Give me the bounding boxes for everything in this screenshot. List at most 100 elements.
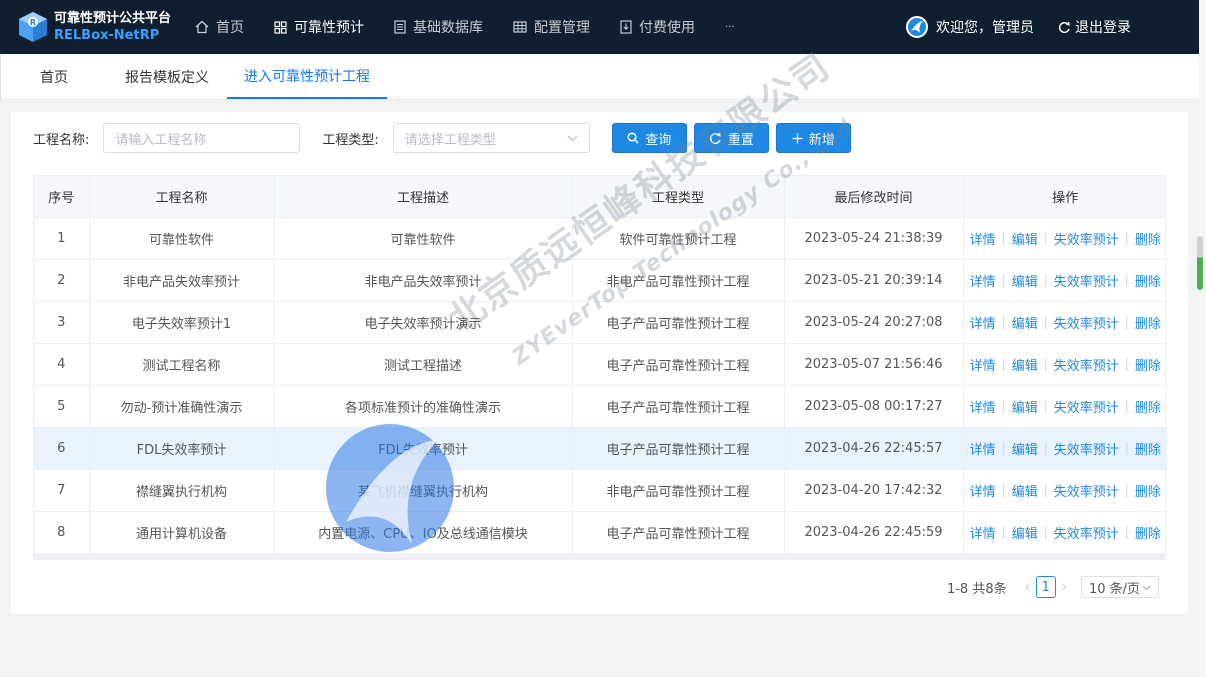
project-type-select[interactable]: 请选择工程类型 (392, 123, 590, 153)
edit-link[interactable]: 编辑 (1012, 523, 1038, 542)
detail-link[interactable]: 详情 (970, 523, 996, 542)
cell-no: 1 (34, 217, 90, 260)
cell-name: 勿动-预计准确性演示 (89, 385, 275, 428)
cell-actions: 详情 | 编辑 | 失效率预计 | 删除 (963, 343, 1167, 386)
col-header-desc: 工程描述 (274, 176, 573, 218)
failure-rate-link[interactable]: 失效率预计 (1054, 523, 1119, 542)
delete-link[interactable]: 删除 (1135, 271, 1161, 290)
cell-type: 电子产品可靠性预计工程 (572, 385, 785, 428)
detail-link[interactable]: 详情 (970, 355, 996, 374)
edit-link[interactable]: 编辑 (1012, 397, 1038, 416)
failure-rate-link[interactable]: 失效率预计 (1054, 313, 1119, 332)
nav-item-label: 配置管理 (534, 20, 590, 36)
cell-time: 2023-05-08 00:17:27 (784, 385, 964, 428)
detail-link[interactable]: 详情 (970, 313, 996, 332)
failure-rate-link[interactable]: 失效率预计 (1054, 481, 1119, 500)
delete-link[interactable]: 删除 (1135, 313, 1161, 332)
nav-item-paid-usage[interactable]: 付费使用 (605, 0, 710, 54)
action-separator: | (1001, 357, 1006, 371)
delete-link[interactable]: 删除 (1135, 355, 1161, 374)
action-separator: | (1043, 525, 1048, 539)
table-horizontal-scrollbar[interactable] (33, 553, 1166, 560)
action-separator: | (1124, 315, 1129, 329)
detail-link[interactable]: 详情 (970, 229, 996, 248)
cell-name: 非电产品失效率预计 (89, 259, 275, 302)
project-name-input[interactable]: 请输入工程名称 (103, 123, 301, 153)
cell-time: 2023-05-24 20:27:08 (784, 301, 964, 344)
prev-page-icon[interactable]: ‹ (1025, 580, 1030, 595)
cell-time: 2023-05-21 20:39:14 (784, 259, 964, 302)
input-placeholder: 请输入工程名称 (115, 132, 207, 148)
detail-link[interactable]: 详情 (970, 271, 996, 290)
cell-time: 2023-05-07 21:56:46 (784, 343, 964, 386)
edit-link[interactable]: 编辑 (1012, 355, 1038, 374)
delete-link[interactable]: 删除 (1135, 397, 1161, 416)
tab-home[interactable]: 首页 (1, 54, 107, 99)
failure-rate-link[interactable]: 失效率预计 (1054, 355, 1119, 374)
nav-item-more[interactable]: ··· (710, 0, 750, 54)
action-separator: | (1124, 231, 1129, 245)
action-separator: | (1001, 441, 1006, 455)
detail-link[interactable]: 详情 (970, 481, 996, 500)
pagination: 1-8 共8条 ‹ 1 › 10 条/页 (947, 576, 1159, 598)
action-separator: | (1001, 273, 1006, 287)
search-form: 工程名称: 请输入工程名称 工程类型: 请选择工程类型 查询 重置 新增 (33, 123, 1153, 153)
chevron-down-icon (1142, 585, 1151, 591)
edit-link[interactable]: 编辑 (1012, 229, 1038, 248)
action-separator: | (1043, 399, 1048, 413)
cell-time: 2023-04-26 22:45:57 (784, 427, 964, 470)
nav-item-base-database[interactable]: 基础数据库 (379, 0, 498, 54)
page-scrollbar-track[interactable] (1199, 0, 1206, 677)
cell-no: 2 (34, 259, 90, 302)
action-separator: | (1001, 483, 1006, 497)
action-separator: | (1001, 399, 1006, 413)
failure-rate-link[interactable]: 失效率预计 (1054, 271, 1119, 290)
action-separator: | (1043, 273, 1048, 287)
tab-reliability-project[interactable]: 进入可靠性预计工程 (227, 54, 387, 99)
failure-rate-link[interactable]: 失效率预计 (1054, 229, 1119, 248)
nav-item-home[interactable]: 首页 (180, 0, 259, 54)
logout-button[interactable]: 退出登录 (1058, 17, 1131, 37)
edit-link[interactable]: 编辑 (1012, 439, 1038, 458)
edit-link[interactable]: 编辑 (1012, 271, 1038, 290)
tab-label: 报告模板定义 (125, 69, 209, 86)
nav-item-config-management[interactable]: 配置管理 (498, 0, 605, 54)
app-logo[interactable]: R 可靠性预计公共平台 RELBox-NetRP (16, 10, 176, 44)
logo-subtitle: RELBox-NetRP (54, 28, 160, 43)
page-scrollbar-thumb[interactable] (1197, 236, 1203, 290)
download-box-icon (620, 20, 632, 34)
cell-no: 6 (34, 427, 90, 470)
delete-link[interactable]: 删除 (1135, 523, 1161, 542)
cell-actions: 详情 | 编辑 | 失效率预计 | 删除 (963, 217, 1167, 260)
cell-actions: 详情 | 编辑 | 失效率预计 | 删除 (963, 511, 1167, 554)
cell-actions: 详情 | 编辑 | 失效率预计 | 删除 (963, 385, 1167, 428)
edit-link[interactable]: 编辑 (1012, 313, 1038, 332)
failure-rate-link[interactable]: 失效率预计 (1054, 439, 1119, 458)
table-row: 6FDL失效率预计FDL失效率预计电子产品可靠性预计工程2023-04-26 2… (34, 427, 1167, 470)
tab-report-template[interactable]: 报告模板定义 (107, 54, 227, 99)
failure-rate-link[interactable]: 失效率预计 (1054, 397, 1119, 416)
cell-desc: 各项标准预计的准确性演示 (274, 385, 573, 428)
delete-link[interactable]: 删除 (1135, 481, 1161, 500)
action-separator: | (1124, 273, 1129, 287)
pagination-total: 1-8 共8条 (946, 581, 1007, 597)
next-page-icon[interactable]: › (1062, 580, 1067, 595)
action-separator: | (1001, 231, 1006, 245)
delete-link[interactable]: 删除 (1135, 439, 1161, 458)
page-number-current[interactable]: 1 (1035, 576, 1056, 598)
page-size-select[interactable]: 10 条/页 (1081, 576, 1159, 598)
edit-link[interactable]: 编辑 (1012, 481, 1038, 500)
detail-link[interactable]: 详情 (970, 397, 996, 416)
table-row: 7襟缝翼执行机构某飞机襟缝翼执行机构非电产品可靠性预计工程2023-04-20 … (34, 469, 1167, 512)
nav-item-label: 可靠性预计 (294, 20, 364, 36)
chevron-down-icon (567, 135, 578, 142)
cell-time: 2023-05-24 21:38:39 (784, 217, 964, 260)
cell-time: 2023-04-26 22:45:59 (784, 511, 964, 554)
project-type-label: 工程类型: (322, 132, 379, 148)
delete-link[interactable]: 删除 (1135, 229, 1161, 248)
user-welcome[interactable]: 欢迎您，管理员 (906, 16, 1034, 38)
detail-link[interactable]: 详情 (970, 439, 996, 458)
plus-icon (792, 133, 803, 143)
nav-item-reliability-prediction[interactable]: 可靠性预计 (259, 0, 379, 54)
home-icon (195, 20, 209, 34)
